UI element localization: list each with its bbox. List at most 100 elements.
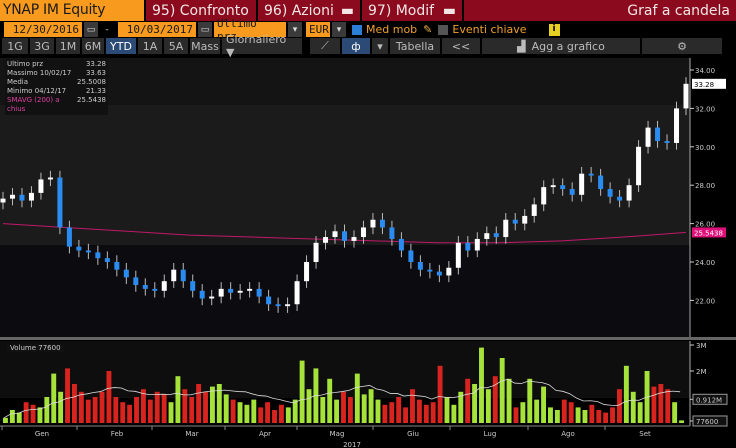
candle-up — [531, 204, 537, 216]
candle-down — [493, 233, 499, 238]
volume-bar-up — [637, 402, 643, 423]
date-separator: - — [100, 22, 114, 37]
period-1m[interactable]: 1M — [56, 38, 80, 54]
volume-bar-down — [127, 404, 133, 423]
volume-tick-label: 3M — [696, 342, 707, 350]
add-to-chart-button[interactable]: ▟ Agg a grafico — [482, 38, 640, 54]
candle-down — [66, 227, 72, 247]
end-date-input[interactable]: 10/03/2017 — [118, 22, 196, 37]
volume-bar-down — [85, 399, 91, 423]
period-1g[interactable]: 1G — [2, 38, 28, 54]
candle-up — [47, 177, 53, 180]
legend-value: 25.5008 — [77, 78, 106, 86]
candle-down — [152, 288, 158, 291]
chevron-down-icon[interactable]: ▾ — [372, 38, 388, 54]
med-mob-label: Med mob — [366, 23, 418, 36]
modify-button[interactable]: 97) Modif ▬ — [362, 0, 462, 21]
candle-up — [541, 187, 547, 205]
price-tick-label: 26.00 — [695, 221, 715, 229]
volume-bar-up — [554, 410, 560, 423]
candlestick-chart[interactable]: 34.00 32.00 30.00 28.00 26.00 24.00 22.00 33.28… — [0, 58, 736, 448]
calendar-icon[interactable]: ▭ — [198, 22, 212, 37]
controls-bar: 12/30/2016 ▭ - 10/03/2017 ▭ Ultimo prz ▾… — [0, 17, 736, 43]
candle-up — [209, 296, 215, 299]
period-ytd[interactable]: YTD — [106, 38, 136, 54]
volume-bar-up — [499, 358, 505, 423]
price-tick-label: 30.00 — [695, 144, 715, 152]
candle-down — [408, 250, 414, 262]
period-5a[interactable]: 5A — [164, 38, 188, 54]
eventi-checkbox[interactable] — [438, 24, 449, 35]
settings-button[interactable]: ⚙ — [642, 38, 722, 54]
candle-up — [304, 262, 310, 282]
tabella-button[interactable]: Tabella — [390, 38, 440, 54]
candle-down — [275, 304, 281, 307]
candle-down — [114, 262, 120, 270]
volume-bar-up — [237, 402, 243, 423]
chevron-down-icon[interactable]: ▾ — [332, 22, 346, 37]
volume-bar-down — [423, 404, 429, 423]
candle-up — [645, 127, 651, 147]
legend-label: Ultimo prz — [7, 60, 44, 68]
period-1a[interactable]: 1A — [138, 38, 162, 54]
volume-bar-up — [375, 399, 381, 423]
volume-bar-up — [223, 394, 229, 423]
volume-bar-up — [506, 378, 512, 423]
volume-bar-down — [278, 404, 284, 423]
volume-bar-up — [244, 404, 250, 423]
candle-up — [370, 219, 376, 228]
candle-down — [266, 296, 272, 305]
period-6m[interactable]: 6M — [82, 38, 104, 54]
candle-down — [655, 127, 661, 142]
volume-bar-down — [30, 404, 36, 423]
volume-bar-up — [216, 384, 222, 423]
candle-down — [104, 258, 110, 262]
volume-bar-down — [610, 407, 616, 423]
candle-up — [579, 173, 585, 195]
candle-down — [123, 269, 129, 278]
candle-down — [19, 194, 25, 201]
volume-bar-up — [672, 402, 678, 423]
legend-label: Media — [7, 78, 29, 86]
toolbar: 1G 3G 1M 6M YTD 1A 5A Mass Giornaliero ▼… — [0, 33, 736, 59]
volume-bar-up — [361, 394, 367, 423]
volume-bar-up — [485, 389, 491, 423]
volume-bar-down — [617, 389, 622, 423]
candle-down — [85, 250, 91, 253]
volume-bar-up — [58, 391, 64, 423]
volume-bar-down — [568, 402, 574, 423]
volume-bar-up — [327, 378, 333, 423]
volume-bar-down — [389, 402, 395, 423]
start-date-input[interactable]: 12/30/2016 — [4, 22, 82, 37]
back-button[interactable]: << — [442, 38, 480, 54]
period-mass[interactable]: Mass — [190, 38, 220, 54]
candle-down — [180, 269, 186, 282]
ticker-field[interactable]: YNAP IM Equity — [0, 0, 144, 21]
candle-up — [455, 242, 461, 268]
candle-chart-icon[interactable]: ф — [342, 38, 370, 54]
candle-down — [228, 288, 234, 293]
candle-down — [465, 242, 471, 251]
period-3g[interactable]: 3G — [30, 38, 54, 54]
pencil-icon[interactable]: ✎ — [423, 23, 432, 36]
volume-bar-down — [561, 399, 567, 423]
volume-bar-up — [630, 391, 636, 423]
volume-bar-up — [534, 399, 540, 423]
volume-bar-down — [403, 407, 409, 423]
volume-bar-down — [430, 402, 436, 423]
price-tick-label: 34.00 — [695, 67, 715, 75]
frequency-select[interactable]: Giornaliero ▼ — [222, 33, 302, 59]
line-chart-icon[interactable]: ⟋ — [310, 38, 340, 54]
currency-select[interactable]: EUR — [306, 22, 330, 37]
info-icon[interactable]: i — [548, 23, 560, 36]
med-mob-checkbox[interactable] — [352, 24, 362, 35]
calendar-icon[interactable]: ▭ — [84, 22, 98, 37]
volume-bar-down — [341, 391, 346, 423]
volume-bar-up — [527, 378, 533, 423]
volume-bar-down — [65, 368, 70, 423]
volume-bar-down — [189, 397, 195, 423]
volume-bar-down — [589, 404, 595, 423]
candle-down — [569, 189, 575, 195]
candle-up — [0, 198, 6, 203]
volume-bar-down — [113, 397, 119, 423]
